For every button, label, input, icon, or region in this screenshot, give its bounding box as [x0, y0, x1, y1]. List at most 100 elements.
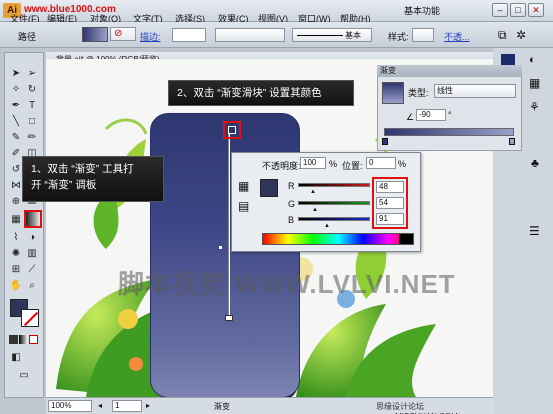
footer-credit: 思缘设计论坛 www.MISSYUAN.COM — [376, 402, 458, 414]
layers-icon[interactable]: ☰ — [529, 224, 540, 238]
opacity-link[interactable]: 不透... — [444, 30, 470, 43]
step2-text: 2、双击 “渐变滑块” 设置其颜色 — [177, 87, 322, 99]
tools-panel: ➤ ➢ ✧ ↻ ✒ T ╲ □ ✎ ✏ ✐ ◫ ↺ ⤡ ⋈ ⬚ ⊕ ⟁ ▦ ⌇ … — [4, 52, 44, 398]
status-text: 渐变 — [214, 402, 230, 411]
variable-width-dropdown[interactable] — [215, 28, 285, 42]
stop-color-swatch[interactable] — [260, 179, 278, 197]
g-label: G — [288, 199, 296, 209]
style-label: 样式: — [388, 32, 409, 42]
minimize-button[interactable]: – — [492, 3, 508, 17]
opacity-label: 不透明度: — [262, 161, 301, 171]
r-label: R — [288, 181, 295, 191]
type-tool-icon[interactable]: T — [25, 99, 39, 112]
gradient-stop-right[interactable] — [509, 138, 515, 145]
screen-mode-icon[interactable]: ▭ — [17, 369, 31, 382]
gradient-tool-icon[interactable] — [24, 210, 42, 228]
stroke-weight-input[interactable] — [172, 28, 206, 42]
stroke-style-label: 基本 — [345, 31, 361, 40]
artboard-tool-icon[interactable]: ⊞ — [9, 263, 23, 276]
path-label: 路径 — [18, 32, 37, 42]
position-percent: % — [398, 159, 407, 169]
r-input[interactable]: 48 — [376, 181, 404, 193]
color-mode-buttons[interactable] — [9, 335, 41, 344]
step1-text-line2: 开 “渐变” 调板 — [31, 179, 97, 191]
g-slider-thumb[interactable]: ▲ — [312, 207, 318, 213]
step1-callout: 1、双击 “渐变” 工具打 开 “渐变” 调板 — [22, 156, 164, 202]
brushes-icon[interactable]: ⚘ — [529, 100, 540, 114]
draw-mode-icon[interactable]: ◧ — [9, 351, 23, 364]
opacity-input[interactable]: 100 — [300, 157, 326, 169]
direct-selection-tool-icon[interactable]: ➢ — [25, 67, 39, 80]
magic-wand-tool-icon[interactable]: ✧ — [9, 83, 23, 96]
stroke-style-dropdown[interactable]: 基本 — [292, 28, 372, 42]
width-tool-icon[interactable]: ⋈ — [9, 179, 23, 192]
color-spectrum[interactable] — [262, 233, 414, 245]
watermark-text: 脚本视觉 WWW.LVLVI.NET — [118, 269, 456, 299]
gradient-thumbnail[interactable] — [382, 82, 404, 104]
r-slider-thumb[interactable]: ▲ — [310, 189, 316, 195]
zoom-tool-icon[interactable]: ⌕ — [25, 279, 39, 292]
gradient-stop-left[interactable] — [382, 138, 388, 145]
page-field[interactable]: 1 — [112, 400, 142, 412]
swatches-mode-icon[interactable]: ▤ — [238, 199, 254, 215]
lasso-tool-icon[interactable]: ↻ — [25, 83, 39, 96]
position-input[interactable]: 0 — [366, 157, 396, 169]
zoom-field[interactable]: 100% — [48, 400, 92, 412]
eyedropper-tool-icon[interactable]: ⌇ — [9, 231, 23, 244]
status-bar: 100% ◂ 1 ▸ 渐变 思缘设计论坛 www.MISSYUAN.COM — [46, 397, 493, 414]
gradient-slider-bar[interactable] — [384, 128, 514, 136]
g-input[interactable]: 54 — [376, 197, 404, 209]
brush-tool-icon[interactable]: ✎ — [9, 131, 23, 144]
color-guide-icon[interactable]: ◐ — [529, 54, 536, 66]
color-mode-icon[interactable]: ▦ — [238, 179, 254, 195]
blend-tool-icon[interactable]: ◑ — [25, 231, 39, 244]
line-tool-icon[interactable]: ╲ — [9, 115, 23, 128]
graphic-style-dropdown[interactable] — [412, 28, 434, 42]
rectangle-tool-icon[interactable]: □ — [25, 115, 39, 128]
control-bar: 路径 ⊘ 描边: 基本 样式: 不透... ⧉ ✲ — [0, 22, 553, 48]
mesh-tool-icon[interactable]: ▦ — [9, 213, 23, 226]
first-page-icon[interactable]: ◂ — [98, 401, 102, 410]
blob-brush-tool-icon[interactable]: ✐ — [9, 147, 23, 160]
b-slider-thumb[interactable]: ▲ — [324, 223, 330, 229]
transform-icon[interactable]: ⧉ — [498, 28, 507, 43]
gradient-type-dropdown[interactable]: 线性 — [434, 84, 516, 98]
close-button[interactable]: ✕ — [528, 3, 544, 17]
angle-input[interactable]: -90 — [416, 109, 446, 121]
angle-icon: ∠ — [406, 112, 415, 122]
shape-builder-tool-icon[interactable]: ⊕ — [9, 195, 23, 208]
workspace-switcher[interactable]: 基本功能 — [404, 4, 440, 17]
step2-callout: 2、双击 “渐变滑块” 设置其颜色 — [168, 80, 354, 106]
stop-color-popup: 不透明度: 100 % 位置: 0 % ▦ ▤ R ▲ G ▲ B ▲ 48 5… — [231, 152, 421, 252]
gradient-end-stop[interactable] — [225, 315, 233, 321]
g-slider[interactable] — [298, 201, 370, 205]
column-graph-tool-icon[interactable]: ▥ — [25, 247, 39, 260]
settings-icon[interactable]: ✲ — [516, 28, 526, 42]
opacity-percent: % — [329, 159, 338, 169]
gradient-type-label: 类型: — [408, 88, 429, 98]
angle-unit: ° — [448, 110, 452, 120]
next-page-icon[interactable]: ▸ — [146, 401, 150, 410]
stroke-swatch[interactable]: ⊘ — [110, 27, 136, 41]
slice-tool-icon[interactable]: ⟋ — [25, 263, 39, 276]
b-input[interactable]: 91 — [376, 213, 404, 225]
stroke-link[interactable]: 描边: — [140, 30, 161, 43]
selection-tool-icon[interactable]: ➤ — [9, 67, 23, 80]
r-slider[interactable] — [298, 183, 370, 187]
gradient-panel-title[interactable]: 渐变 — [377, 65, 522, 77]
swatches-icon[interactable]: ▦ — [529, 76, 540, 90]
maximize-button[interactable]: □ — [510, 3, 526, 17]
gradient-midpoint[interactable] — [219, 246, 222, 249]
stroke-color-icon[interactable] — [21, 309, 39, 327]
b-label: B — [288, 215, 295, 225]
fill-swatch[interactable] — [82, 27, 108, 42]
hand-tool-icon[interactable]: ✋ — [9, 279, 23, 292]
gradient-start-stop-highlight[interactable] — [223, 121, 241, 139]
pen-tool-icon[interactable]: ✒ — [9, 99, 23, 112]
step1-text-line1: 1、双击 “渐变” 工具打 — [31, 163, 134, 175]
b-slider[interactable] — [298, 217, 370, 221]
symbol-sprayer-tool-icon[interactable]: ✺ — [9, 247, 23, 260]
pencil-tool-icon[interactable]: ✏ — [25, 131, 39, 144]
rotate-tool-icon[interactable]: ↺ — [9, 163, 23, 176]
symbols-icon[interactable]: ♣ — [531, 156, 539, 170]
